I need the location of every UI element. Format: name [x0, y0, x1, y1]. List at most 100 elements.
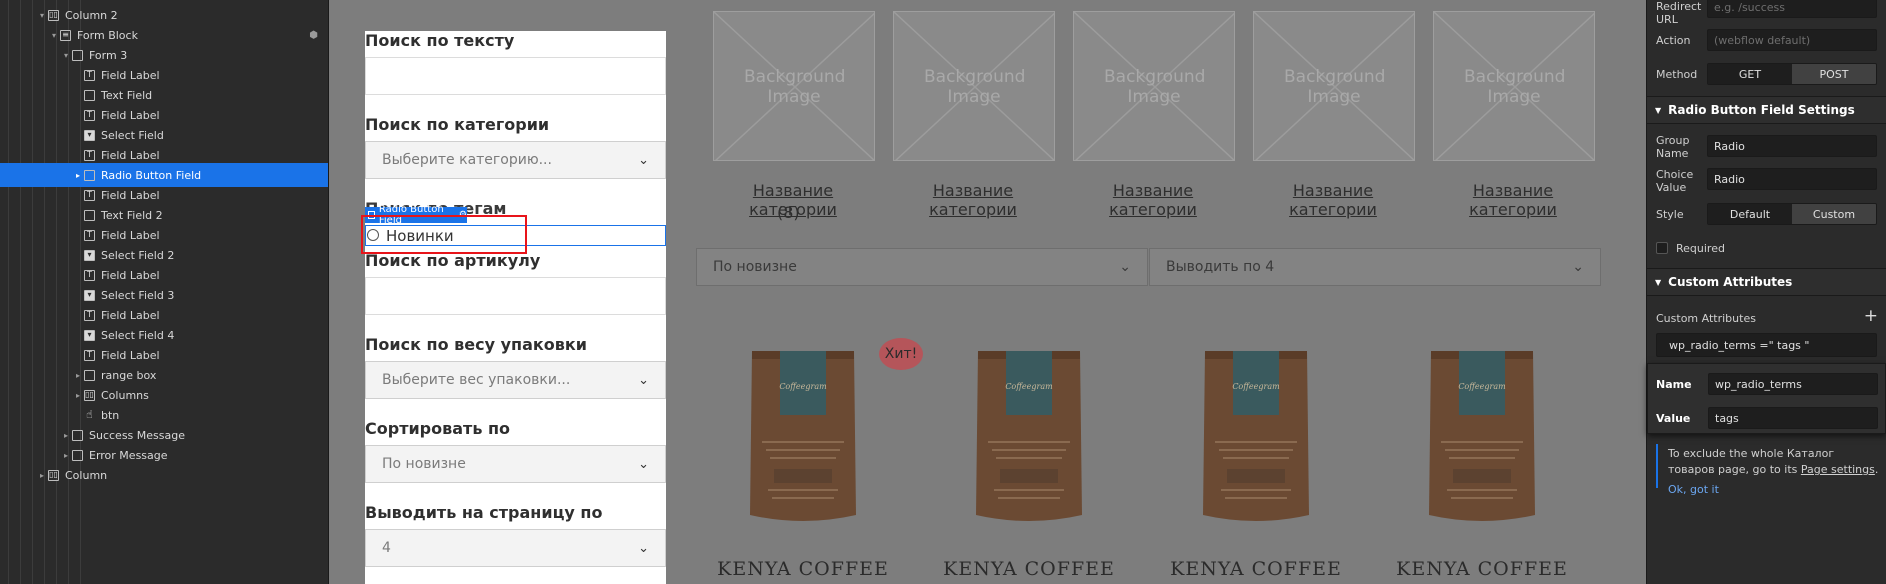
field-label-icon: T	[84, 309, 95, 321]
product-name[interactable]: KENYA COFFEE	[1166, 558, 1346, 580]
navigator-item-label: Select Field 4	[101, 328, 175, 342]
product-name[interactable]: KENYA COFFEE	[1392, 558, 1572, 580]
background-image-label: Background Image	[924, 67, 1026, 107]
product-image[interactable]: Coffeegram	[970, 345, 1088, 527]
product-image[interactable]: Coffeegram	[744, 345, 862, 527]
navigator-item[interactable]: ▸ ▯▯ Column	[0, 463, 328, 487]
category-name-link[interactable]: Название категории	[1248, 181, 1418, 219]
coffee-bag-icon: Coffeegram	[1429, 351, 1535, 521]
hand-icon: ☝	[86, 408, 93, 421]
custom-attrs-label: Custom Attributes	[1656, 312, 1756, 325]
attr-value-input[interactable]: tags	[1708, 407, 1878, 429]
required-checkbox[interactable]	[1656, 242, 1668, 254]
info-accent-bar	[1656, 444, 1658, 488]
form-block-icon: ≡	[60, 29, 71, 41]
group-name-label: Group Name	[1656, 134, 1690, 160]
svg-text:Coffeegram: Coffeegram	[1232, 382, 1280, 391]
navigator-item-label: Select Field 2	[101, 248, 175, 262]
navigator-item-label: Form Block	[77, 28, 138, 42]
caret-toggle-icon[interactable]: ▸	[72, 371, 84, 380]
coffee-bag-icon: Coffeegram	[976, 351, 1082, 521]
category-image[interactable]: Background Image	[1253, 11, 1415, 161]
product-image[interactable]: Coffeegram	[1197, 345, 1315, 527]
div-block-icon	[72, 429, 83, 441]
chevron-down-icon: ⌄	[638, 152, 649, 168]
ok-got-it-link[interactable]: Ok, got it	[1658, 482, 1886, 498]
navigator-item-label: Text Field 2	[101, 208, 163, 222]
caret-toggle-icon[interactable]: ▾	[60, 51, 72, 60]
weight-select-value: Выберите вес упаковки...	[382, 372, 571, 388]
category-select[interactable]: Выберите категорию... ⌄	[365, 141, 666, 179]
category-image[interactable]: Background Image	[713, 11, 875, 161]
category-image[interactable]: Background Image	[893, 11, 1055, 161]
attr-name-input[interactable]: wp_radio_terms	[1708, 373, 1878, 395]
navigator-item-label: Radio Button Field	[101, 168, 202, 182]
category-label: Поиск по категории	[365, 115, 550, 134]
navigator-item-label: btn	[101, 408, 120, 422]
style-toggle[interactable]: Default Custom	[1707, 203, 1877, 225]
custom-attrs-header[interactable]: ▼ Custom Attributes	[1647, 268, 1886, 296]
sku-input[interactable]	[365, 277, 666, 315]
method-get-button[interactable]: GET	[1708, 64, 1792, 84]
category-name-link[interactable]: Название категории	[1068, 181, 1238, 219]
add-attribute-icon[interactable]: +	[1864, 306, 1878, 326]
radio-settings-header[interactable]: ▼ Radio Button Field Settings	[1647, 96, 1886, 124]
required-label: Required	[1676, 242, 1725, 255]
hit-badge: Хит!	[879, 338, 923, 370]
columns-icon: ▯▯	[48, 9, 59, 21]
chevron-down-icon: ⌄	[1572, 259, 1584, 275]
product-image[interactable]: Coffeegram	[1423, 345, 1541, 527]
field-label-icon: T	[84, 269, 95, 281]
caret-toggle-icon[interactable]: ▸	[36, 471, 48, 480]
sort-toolbar-value: По новизне	[713, 259, 797, 275]
filter-form[interactable]: Поиск по тексту Поиск по категории Выбер…	[365, 31, 666, 584]
div-block-icon	[84, 369, 95, 381]
method-toggle[interactable]: GET POST	[1707, 63, 1877, 85]
sort-toolbar-select[interactable]: По новизне ⌄	[696, 248, 1148, 286]
caret-toggle-icon[interactable]: ▾	[36, 11, 48, 20]
svg-text:Coffeegram: Coffeegram	[779, 382, 827, 391]
action-input[interactable]: (webflow default)	[1707, 29, 1877, 51]
caret-toggle-icon[interactable]: ▸	[72, 171, 84, 180]
caret-toggle-icon[interactable]: ▸	[60, 431, 72, 440]
caret-toggle-icon[interactable]: ▸	[72, 391, 84, 400]
coffee-bag-icon: Coffeegram	[1203, 351, 1309, 521]
caret-toggle-icon[interactable]: ▾	[48, 31, 60, 40]
attribute-summary[interactable]: wp_radio_terms =" tags "	[1656, 333, 1877, 357]
field-label-icon: T	[84, 229, 95, 241]
navigator-item-label: Column	[65, 468, 108, 482]
product-name[interactable]: KENYA COFFEE	[939, 558, 1119, 580]
style-custom-button[interactable]: Custom	[1792, 204, 1876, 224]
field-label-icon: T	[84, 189, 95, 201]
weight-label: Поиск по весу упаковки	[365, 335, 587, 354]
navigator-item-label: Field Label	[101, 268, 160, 282]
category-name-link[interactable]: Название категории	[888, 181, 1058, 219]
navigator-item-label: Field Label	[101, 188, 160, 202]
caret-toggle-icon[interactable]: ▸	[60, 451, 72, 460]
select-field-icon: ▾	[84, 249, 95, 261]
product-name[interactable]: KENYA COFFEE	[713, 558, 893, 580]
navigator-item-label: Field Label	[101, 228, 160, 242]
category-image[interactable]: Background Image	[1433, 11, 1595, 161]
navigator-item-label: Column 2	[65, 8, 118, 22]
category-count: (8)	[777, 203, 800, 222]
style-default-button[interactable]: Default	[1708, 204, 1792, 224]
category-image[interactable]: Background Image	[1073, 11, 1235, 161]
redirect-input[interactable]: e.g. /success	[1707, 0, 1877, 18]
search-text-input[interactable]	[365, 57, 666, 95]
category-name-link[interactable]: Название категории	[1428, 181, 1598, 219]
page-settings-link[interactable]: Page settings	[1801, 463, 1875, 476]
group-name-input[interactable]: Radio	[1707, 135, 1877, 157]
coffee-bag-icon: Coffeegram	[750, 351, 856, 521]
weight-select[interactable]: Выберите вес упаковки... ⌄	[365, 361, 666, 399]
perpage-select[interactable]: 4 ⌄	[365, 529, 666, 567]
sort-select[interactable]: По новизне ⌄	[365, 445, 666, 483]
method-label: Method	[1656, 68, 1698, 81]
component-icon: ⬢	[309, 29, 318, 41]
background-image-label: Background Image	[1104, 67, 1206, 107]
caret-down-icon: ▼	[1655, 277, 1662, 287]
navigator-item-label: Field Label	[101, 68, 160, 82]
perpage-toolbar-select[interactable]: Выводить по 4 ⌄	[1149, 248, 1601, 286]
method-post-button[interactable]: POST	[1792, 64, 1876, 84]
choice-value-input[interactable]: Radio	[1707, 168, 1877, 190]
